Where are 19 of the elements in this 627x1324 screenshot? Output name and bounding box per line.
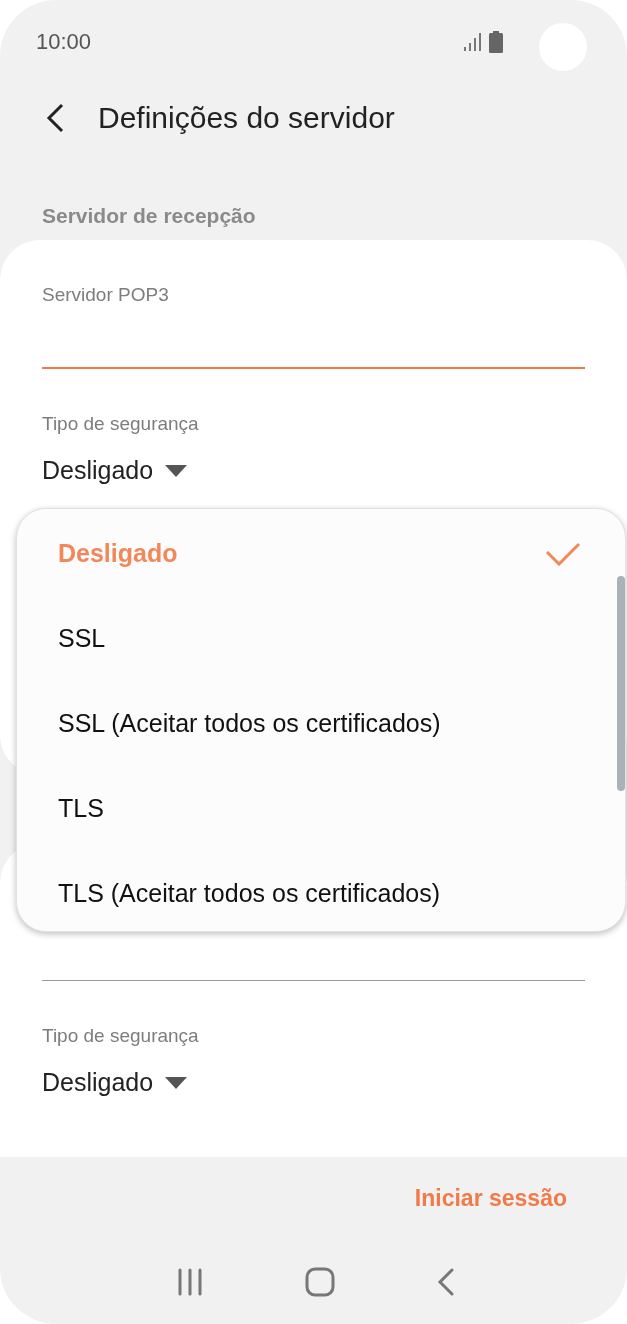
status-time: 10:00 [36,29,92,55]
menu-option[interactable]: TLS [17,766,615,851]
screen-title: Definições do servidor [98,101,395,135]
caret-icon [165,464,188,478]
menu-option[interactable]: TLS (Aceitar todos os certificados) [17,851,615,936]
security-dropdown[interactable]: Desligado [42,453,188,487]
security-dropdown[interactable]: Desligado [42,1065,188,1099]
field-label: Tipo de segurança [42,1024,200,1048]
signal-icon [463,32,483,52]
battery-icon [489,31,503,53]
caret-icon [165,1076,188,1090]
menu-option[interactable]: SSL (Aceitar todos os certificados) [17,681,615,766]
field-label: Tipo de segurança [42,412,200,436]
check-icon [545,541,581,566]
field-label: Servidor POP3 [42,283,170,307]
menu-option[interactable]: SSL [17,596,615,681]
home-icon[interactable] [305,1267,335,1297]
back-icon[interactable] [44,103,66,133]
section-title: Servidor de recepção [41,203,257,229]
